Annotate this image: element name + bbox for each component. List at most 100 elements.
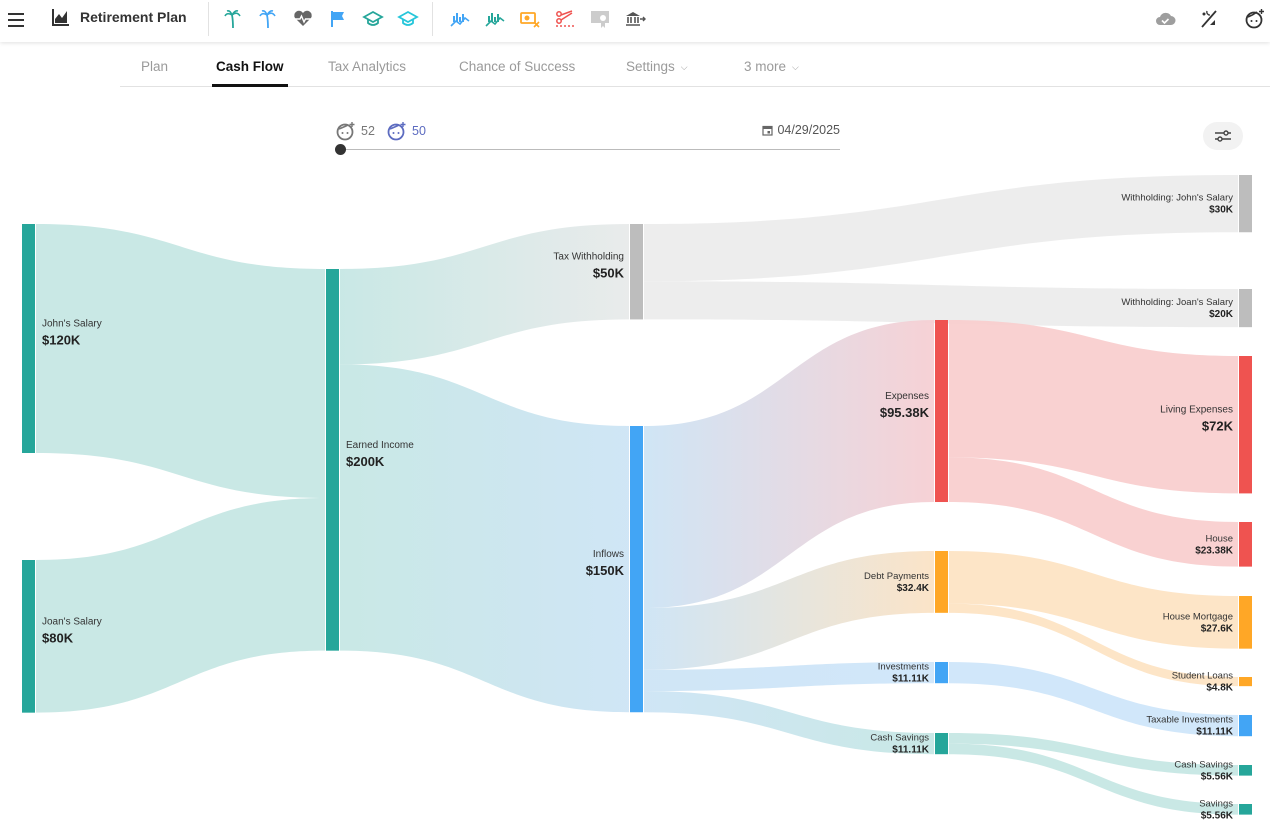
node-value: $20K [1209, 309, 1234, 320]
tab-label: Chance of Success [459, 59, 576, 74]
sankey-link-inflows-cashsav[interactable] [644, 691, 934, 755]
person-1[interactable]: 52 [336, 121, 375, 141]
tab-label: 3 more [744, 59, 787, 74]
tab-label: Tax Analytics [328, 59, 407, 74]
person-2-age: 50 [412, 124, 426, 138]
tune-icon [1215, 130, 1231, 142]
node-label: Withholding: Joan's Salary [1121, 297, 1233, 308]
node-label: John's Salary [42, 319, 102, 330]
sankey-link-earned-tax[interactable] [340, 224, 629, 365]
sankey-node-joan[interactable] [22, 560, 35, 713]
sankey-link-earned-inflows[interactable] [340, 364, 629, 713]
node-label: Debt Payments [864, 571, 929, 582]
node-value: $11.11K [1196, 727, 1233, 738]
sankey-link-debt-mortgage[interactable] [949, 551, 1238, 649]
chart-bars-line-icon[interactable] [449, 8, 471, 30]
face-account-icon[interactable] [1244, 8, 1266, 30]
node-value: $32.4K [897, 583, 930, 594]
flag-icon[interactable] [327, 8, 349, 30]
graduation-cap-icon[interactable] [362, 8, 384, 30]
person-1-age: 52 [361, 124, 375, 138]
sankey-node-inflows[interactable] [630, 426, 643, 713]
timeline-slider-track[interactable] [340, 149, 840, 150]
tab-tax-analytics[interactable]: Tax Analytics [328, 48, 406, 86]
node-label: Withholding: John's Salary [1121, 193, 1233, 204]
top-app-bar: Retirement Plan [0, 0, 1270, 42]
certificate-icon[interactable] [589, 8, 611, 30]
app-title: Retirement Plan [80, 9, 187, 25]
sankey-node-house[interactable] [1239, 522, 1252, 567]
sankey-node-earned[interactable] [326, 269, 339, 651]
graduation-cap-icon[interactable] [397, 8, 419, 30]
money-cancel-icon[interactable] [519, 8, 541, 30]
menu-icon[interactable] [6, 9, 28, 31]
node-label: Savings [1199, 798, 1233, 809]
node-label: House [1206, 533, 1233, 544]
palm-tree-icon[interactable] [257, 8, 279, 30]
node-value: $50K [593, 266, 625, 281]
tab-more[interactable]: 3 more ⌵ [744, 48, 799, 86]
node-value: $5.56K [1201, 771, 1234, 782]
tab-settings[interactable]: Settings ⌵ [626, 48, 688, 86]
node-label: Tax Withholding [553, 252, 624, 263]
node-label: Cash Savings [870, 733, 929, 744]
filter-settings-button[interactable] [1203, 122, 1243, 150]
tab-chance-of-success[interactable]: Chance of Success [459, 48, 575, 86]
sankey-node-living[interactable] [1239, 356, 1252, 494]
app-brand[interactable]: Retirement Plan [52, 8, 187, 26]
sankey-link-john-earned[interactable] [36, 224, 325, 498]
node-label: Expenses [885, 391, 929, 402]
node-value: $4.8K [1206, 683, 1233, 694]
bank-transfer-icon[interactable] [624, 8, 646, 30]
palm-tree-icon[interactable] [222, 8, 244, 30]
sankey-node-debt[interactable] [935, 551, 948, 613]
sankey-node-cashsav2[interactable] [1239, 765, 1252, 776]
sankey-node-cashsav[interactable] [935, 733, 948, 755]
date-picker[interactable]: 04/29/2025 [762, 123, 840, 137]
date-value: 04/29/2025 [777, 123, 840, 137]
person-2[interactable]: 50 [387, 121, 426, 141]
node-value: $23.38K [1195, 545, 1234, 556]
sankey-node-savings[interactable] [1239, 804, 1252, 815]
divider [208, 2, 209, 36]
node-value: $200K [346, 454, 385, 469]
node-value: $27.6K [1201, 623, 1234, 634]
sankey-link-joan-earned[interactable] [36, 498, 325, 713]
node-label: Investments [878, 662, 929, 673]
sankey-node-wjohn[interactable] [1239, 175, 1252, 233]
sankey-node-student[interactable] [1239, 677, 1252, 687]
node-value: $120K [42, 333, 81, 348]
node-value: $11.11K [892, 674, 929, 685]
node-value: $80K [42, 630, 74, 645]
node-value: $11.11K [892, 745, 929, 756]
node-value: $5.56K [1201, 810, 1234, 821]
tab-cash-flow[interactable]: Cash Flow [212, 48, 288, 87]
calendar-icon [762, 125, 774, 136]
scissors-cut-icon[interactable] [554, 8, 576, 30]
face-icon [336, 122, 355, 141]
chart-bars-line-icon[interactable] [484, 8, 506, 30]
sankey-node-expenses[interactable] [935, 320, 948, 503]
timeline-slider-thumb[interactable] [335, 144, 346, 155]
chart-line-icon [52, 9, 69, 26]
tab-label: Settings [626, 59, 675, 74]
sankey-node-invest[interactable] [935, 662, 948, 684]
tab-label: Cash Flow [216, 59, 284, 74]
sankey-node-tax[interactable] [630, 224, 643, 320]
tab-bar: Plan Cash Flow Tax Analytics Chance of S… [120, 48, 1270, 87]
node-label: Cash Savings [1174, 759, 1233, 770]
tab-plan[interactable]: Plan [141, 48, 168, 86]
sankey-node-taxable[interactable] [1239, 715, 1252, 737]
cloud-check-icon[interactable] [1154, 8, 1176, 30]
sankey-link-tax-wjohn[interactable] [644, 175, 1238, 282]
sankey-node-wjoan[interactable] [1239, 289, 1252, 328]
sankey-node-john[interactable] [22, 224, 35, 453]
node-label: Living Expenses [1160, 405, 1233, 416]
tab-label: Plan [141, 59, 169, 74]
sankey-node-mortgage[interactable] [1239, 596, 1252, 649]
heart-pulse-icon[interactable] [292, 8, 314, 30]
divider [432, 2, 433, 36]
cash-flow-sankey: John's Salary $120K Joan's Salary $80K Earne… [22, 175, 1252, 821]
percent-sleep-icon[interactable] [1198, 8, 1220, 30]
timeline: 52 50 04/29/2025 [335, 118, 842, 158]
